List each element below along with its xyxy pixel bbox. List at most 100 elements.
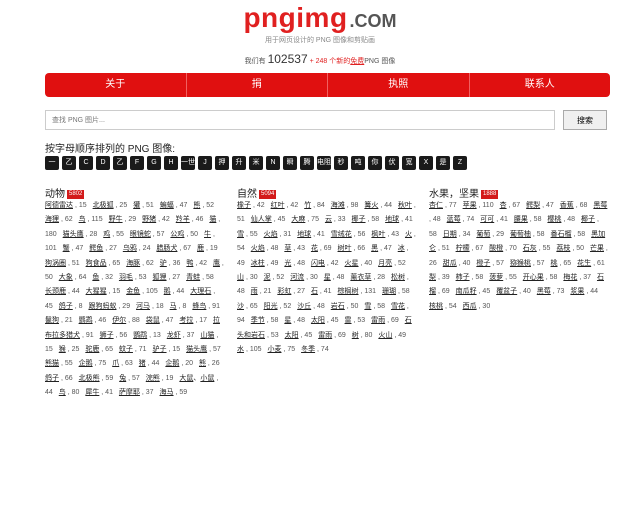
nav-about[interactable]: 关于 bbox=[45, 73, 187, 97]
item-link[interactable]: 马 bbox=[170, 303, 177, 310]
item-link[interactable]: 萨摩耶 bbox=[119, 389, 140, 396]
item-link[interactable]: 牛 bbox=[204, 231, 211, 238]
item-link[interactable]: 熊 bbox=[199, 360, 206, 367]
item-link[interactable]: 狗涡圈 bbox=[45, 260, 66, 267]
item-link[interactable]: 日期 bbox=[443, 231, 457, 238]
item-link[interactable]: 泥 bbox=[264, 274, 271, 281]
item-link[interactable]: 星 bbox=[284, 317, 291, 324]
item-link[interactable]: 猪 bbox=[139, 360, 146, 367]
item-link[interactable]: 季节 bbox=[251, 317, 265, 324]
item-link[interactable]: 狗食品 bbox=[86, 260, 107, 267]
item-link[interactable]: 企鹅 bbox=[165, 360, 179, 367]
item-link[interactable]: 篝火 bbox=[364, 202, 378, 209]
item-link[interactable]: 松树 bbox=[391, 274, 405, 281]
item-link[interactable]: 草 bbox=[284, 245, 291, 252]
item-link[interactable]: 火山 bbox=[378, 332, 392, 339]
item-link[interactable]: 沙丘 bbox=[297, 303, 311, 310]
item-link[interactable]: 番石榴 bbox=[551, 231, 572, 238]
item-link[interactable]: 犀牛 bbox=[85, 389, 99, 396]
item-link[interactable]: 北极熊 bbox=[79, 375, 100, 382]
letter-button[interactable]: 吨 bbox=[351, 156, 365, 170]
item-link[interactable]: 猫头鹰 bbox=[63, 231, 84, 238]
item-link[interactable]: 跟狗蚂蚁 bbox=[88, 303, 116, 310]
item-link[interactable]: 长颈鹿 bbox=[45, 288, 66, 295]
item-link[interactable]: 珊瑚 bbox=[382, 288, 396, 295]
letter-button[interactable]: 是 bbox=[436, 156, 450, 170]
item-link[interactable]: 可可 bbox=[480, 216, 494, 223]
item-link[interactable]: 龙虾 bbox=[167, 332, 181, 339]
item-link[interactable]: 苹果 bbox=[463, 202, 477, 209]
nav-donate[interactable]: 捐 bbox=[187, 73, 328, 97]
item-link[interactable]: 羽毛 bbox=[119, 274, 133, 281]
item-link[interactable]: 爪 bbox=[112, 360, 119, 367]
item-link[interactable]: 西瓜 bbox=[463, 303, 477, 310]
item-link[interactable]: 金鱼 bbox=[126, 288, 140, 295]
letter-button[interactable]: H bbox=[164, 156, 178, 170]
item-link[interactable]: 腰果 bbox=[514, 216, 528, 223]
item-link[interactable]: 黑莓 bbox=[593, 202, 607, 209]
item-link[interactable]: 熊猫 bbox=[45, 360, 59, 367]
search-button[interactable]: 搜索 bbox=[563, 110, 607, 130]
item-link[interactable]: 狮子 bbox=[100, 332, 114, 339]
item-link[interactable]: 猫 bbox=[209, 216, 216, 223]
item-link[interactable]: 树 bbox=[352, 332, 359, 339]
item-link[interactable]: 荔枝 bbox=[556, 245, 570, 252]
item-link[interactable]: 树叶 bbox=[338, 245, 352, 252]
item-link[interactable]: 鸽子 bbox=[59, 303, 73, 310]
item-link[interactable]: 太阳 bbox=[311, 317, 325, 324]
item-link[interactable]: 枫叶 bbox=[371, 231, 385, 238]
item-link[interactable]: 雨 bbox=[251, 288, 258, 295]
nav-contact[interactable]: 联系人 bbox=[470, 73, 611, 97]
item-link[interactable]: 鸽子 bbox=[45, 375, 59, 382]
item-link[interactable]: 梅花 bbox=[563, 274, 577, 281]
item-link[interactable]: 火焰 bbox=[251, 245, 265, 252]
item-link[interactable]: 红叶 bbox=[271, 202, 285, 209]
item-link[interactable]: 梨 bbox=[429, 274, 436, 281]
item-link[interactable]: 海豚 bbox=[126, 260, 140, 267]
letter-button[interactable]: D bbox=[96, 156, 110, 170]
item-link[interactable]: 雪花 bbox=[391, 303, 405, 310]
letter-button[interactable]: X bbox=[419, 156, 433, 170]
item-link[interactable]: 驴子 bbox=[153, 346, 167, 353]
item-link[interactable]: 驼鹿 bbox=[85, 346, 99, 353]
letter-button[interactable]: 押 bbox=[215, 156, 229, 170]
item-link[interactable]: 鸭 bbox=[186, 260, 193, 267]
item-link[interactable]: 地球 bbox=[385, 216, 399, 223]
item-link[interactable]: 鸟 bbox=[79, 216, 86, 223]
item-link[interactable]: 鬣狗 bbox=[45, 317, 59, 324]
item-link[interactable]: 蝙蝠 bbox=[160, 202, 174, 209]
item-link[interactable]: 闪电 bbox=[311, 260, 325, 267]
item-link[interactable]: 太阳 bbox=[285, 332, 299, 339]
item-link[interactable]: 桃 bbox=[551, 260, 558, 267]
item-link[interactable]: 花生 bbox=[577, 260, 591, 267]
item-link[interactable]: 光 bbox=[284, 260, 291, 267]
item-link[interactable]: 火星 bbox=[345, 260, 359, 267]
item-link[interactable]: 北极狐 bbox=[93, 202, 114, 209]
item-link[interactable]: 驴 bbox=[160, 260, 167, 267]
search-input[interactable] bbox=[45, 110, 555, 130]
item-link[interactable]: 蜂鸟 bbox=[192, 303, 206, 310]
item-link[interactable]: 樱桃 bbox=[547, 216, 561, 223]
item-link[interactable]: 熊 bbox=[193, 202, 200, 209]
letter-button[interactable]: 瞬 bbox=[283, 156, 297, 170]
letter-button[interactable]: 电阻 bbox=[317, 156, 331, 170]
item-link[interactable]: 海马 bbox=[160, 389, 174, 396]
item-link[interactable]: 蚊子 bbox=[119, 346, 133, 353]
item-link[interactable]: 浣熊 bbox=[146, 375, 160, 382]
letter-button[interactable]: 伏 bbox=[385, 156, 399, 170]
item-link[interactable]: 青蛙 bbox=[186, 274, 200, 281]
item-link[interactable]: 星 bbox=[324, 274, 331, 281]
item-link[interactable]: 猴 bbox=[59, 346, 66, 353]
item-link[interactable]: 芒果 bbox=[590, 245, 604, 252]
item-link[interactable]: 鳄鱼 bbox=[89, 245, 103, 252]
letter-button[interactable]: Z bbox=[453, 156, 467, 170]
item-link[interactable]: 河马 bbox=[136, 303, 150, 310]
item-link[interactable]: 竹 bbox=[304, 202, 311, 209]
item-link[interactable]: 开心果 bbox=[523, 274, 544, 281]
item-link[interactable]: 橙子 bbox=[476, 260, 490, 267]
item-link[interactable]: 小麦 bbox=[267, 346, 281, 353]
item-link[interactable]: 棕榈树 bbox=[338, 288, 359, 295]
item-link[interactable]: 黑 bbox=[371, 245, 378, 252]
item-link[interactable]: 月亮 bbox=[378, 260, 392, 267]
item-link[interactable]: 伊尔 bbox=[112, 317, 126, 324]
